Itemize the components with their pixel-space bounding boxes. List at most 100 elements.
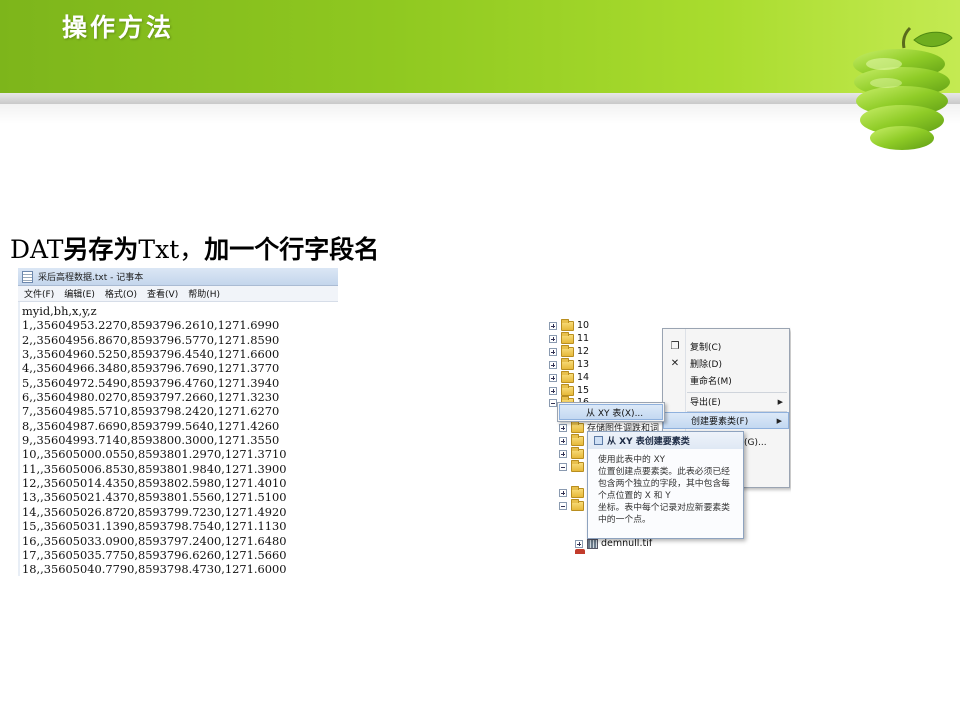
expand-icon[interactable] (575, 539, 583, 548)
expand-icon[interactable] (559, 436, 567, 445)
tree-item-label: demnull.tif (601, 538, 653, 549)
submenu-arrow-icon: ▶ (777, 397, 783, 406)
tooltip-line: 位置创建点要素类。此表必须已经 (598, 467, 730, 477)
tree-item[interactable]: 13 (545, 357, 590, 371)
folder-icon (571, 485, 584, 498)
tooltip-line: 个点位置的 X 和 Y (598, 491, 671, 501)
folder-icon (561, 318, 574, 331)
menu-item-export[interactable]: 导出(E) ▶ (663, 393, 789, 410)
tooltip-body: 使用此表中的 XY 位置创建点要素类。此表必须已经 包含两个独立的字段，其中包含… (598, 454, 740, 526)
menu-item-label: 创建要素类(F) (691, 417, 749, 427)
menu-item-delete[interactable]: ✕ 删除(D) (663, 355, 789, 372)
text-line: 14,,35605026.8720,8593799.7230,1271.4920 (22, 504, 287, 519)
collapse-icon[interactable] (559, 501, 567, 510)
text-line: myid,bh,x,y,z (22, 304, 97, 318)
expand-icon[interactable] (549, 347, 557, 356)
tree-item-label: 12 (577, 346, 590, 357)
menu-item-label: 导出(E) (690, 398, 721, 408)
expand-icon[interactable] (549, 321, 557, 330)
tree-item-label: 13 (577, 359, 590, 370)
instruction-part: 另存为 (63, 235, 139, 264)
header-shadow (0, 104, 960, 124)
folder-icon (561, 370, 574, 383)
expand-icon[interactable] (549, 360, 557, 369)
menu-file[interactable]: 文件(F) (24, 287, 54, 300)
copy-icon: ❐ (670, 340, 680, 352)
folder-icon (571, 446, 584, 459)
tree-item[interactable] (555, 459, 587, 473)
menu-view[interactable]: 查看(V) (147, 287, 178, 300)
tree-item[interactable] (555, 485, 587, 499)
expand-icon[interactable] (559, 423, 567, 432)
expand-icon[interactable] (549, 373, 557, 382)
folder-icon (561, 344, 574, 357)
text-line: 17,,35605035.7750,8593796.6260,1271.5660 (22, 547, 287, 562)
menu-item-label: 删除(D) (690, 360, 722, 370)
expand-icon[interactable] (549, 386, 557, 395)
folder-icon (561, 357, 574, 370)
text-line: 18,,35605040.7790,8593798.4730,1271.6000 (22, 562, 287, 577)
tooltip-line: 包含两个独立的字段，其中包含每 (598, 479, 730, 489)
menu-item-create-feature-class[interactable]: 创建要素类(F) ▶ (663, 412, 789, 429)
menu-item-copy[interactable]: ❐ 复制(C) (663, 338, 789, 355)
folder-icon (561, 331, 574, 344)
tree-item[interactable]: 12 (545, 344, 590, 358)
header-divider (0, 93, 960, 104)
tooltip-line: 中的一个点。 (598, 515, 651, 525)
text-line: 10,,35605000.0550,8593801.2970,1271.3710 (22, 447, 287, 462)
text-line: 11,,35605006.8530,8593801.9840,1271.3900 (22, 461, 287, 476)
folder-icon (571, 498, 584, 511)
notepad-text-area[interactable]: myid,bh,x,y,z 1,,35604953.2270,8593796.2… (18, 302, 338, 577)
menu-help[interactable]: 帮助(H) (188, 287, 220, 300)
folder-icon (571, 459, 584, 472)
submenu-arrow-icon: ▶ (776, 416, 782, 425)
notepad-menubar: 文件(F) 编辑(E) 格式(O) 查看(V) 帮助(H) (18, 286, 338, 302)
notepad-titlebar[interactable]: 采后高程数据.txt - 记事本 (18, 268, 338, 286)
delete-icon: ✕ (670, 357, 680, 369)
toolbox-icon (575, 549, 585, 554)
menu-edit[interactable]: 编辑(E) (64, 287, 95, 300)
text-line: 16,,35605033.0900,8593797.2400,1271.6480 (22, 533, 287, 548)
tree-item[interactable] (555, 498, 587, 512)
text-line: 4,,35604966.3480,8593796.7690,1271.3770 (22, 361, 280, 376)
tree-item[interactable]: 11 (545, 331, 590, 345)
instruction-part: 加一个行字段名 (204, 235, 380, 264)
expand-icon[interactable] (559, 488, 567, 497)
tree-item[interactable] (555, 433, 587, 447)
text-line: 1,,35604953.2270,8593796.2610,1271.6990 (22, 318, 280, 333)
folder-icon (571, 420, 584, 433)
tree-item-label: 11 (577, 333, 590, 344)
tree-item[interactable]: 14 (545, 370, 590, 384)
instruction-text: DAT另存为Txt，加一个行字段名 (10, 230, 379, 270)
tree-item-label: 15 (577, 385, 590, 396)
expand-icon[interactable] (559, 449, 567, 458)
tooltip-line: 使用此表中的 XY (598, 455, 665, 465)
slide-title: 操作方法 (62, 13, 175, 42)
tree-item-label: 10 (577, 320, 590, 331)
tree-item-label: 14 (577, 372, 590, 383)
collapse-icon[interactable] (559, 462, 567, 471)
text-line: 6,,35604980.0270,8593797.2660,1271.3230 (22, 390, 280, 405)
notepad-edge (18, 302, 20, 576)
menu-item-from-xy-table[interactable]: 从 XY 表(X)... (559, 404, 663, 420)
tree-item[interactable]: 10 (545, 318, 590, 332)
text-line: 8,,35604987.6690,8593799.5640,1271.4260 (22, 418, 280, 433)
tooltip: 从 XY 表创建要素类 使用此表中的 XY 位置创建点要素类。此表必须已经 包含… (587, 431, 744, 539)
xy-table-icon (594, 436, 603, 445)
text-line: 9,,35604993.7140,8593800.3000,1271.3550 (22, 433, 280, 448)
tooltip-line: 坐标。表中每个记录对应新要素类 (598, 503, 730, 513)
menu-item-label: 重命名(M) (690, 377, 732, 387)
collapse-icon[interactable] (549, 398, 557, 407)
menu-item-rename[interactable]: 重命名(M) (663, 372, 789, 389)
expand-icon[interactable] (549, 334, 557, 343)
menu-item-label: 复制(C) (690, 343, 722, 353)
text-line: 7,,35604985.5710,8593798.2420,1271.6270 (22, 404, 280, 419)
instruction-part: DAT (10, 235, 64, 264)
text-line: 3,,35604960.5250,8593796.4540,1271.6600 (22, 347, 280, 362)
notepad-title: 采后高程数据.txt - 记事本 (38, 273, 144, 283)
notepad-window: 采后高程数据.txt - 记事本 文件(F) 编辑(E) 格式(O) 查看(V)… (18, 268, 338, 576)
tooltip-header: 从 XY 表创建要素类 (588, 432, 743, 449)
notepad-app-icon (22, 270, 33, 283)
tree-item[interactable] (555, 446, 587, 460)
menu-format[interactable]: 格式(O) (105, 287, 137, 300)
